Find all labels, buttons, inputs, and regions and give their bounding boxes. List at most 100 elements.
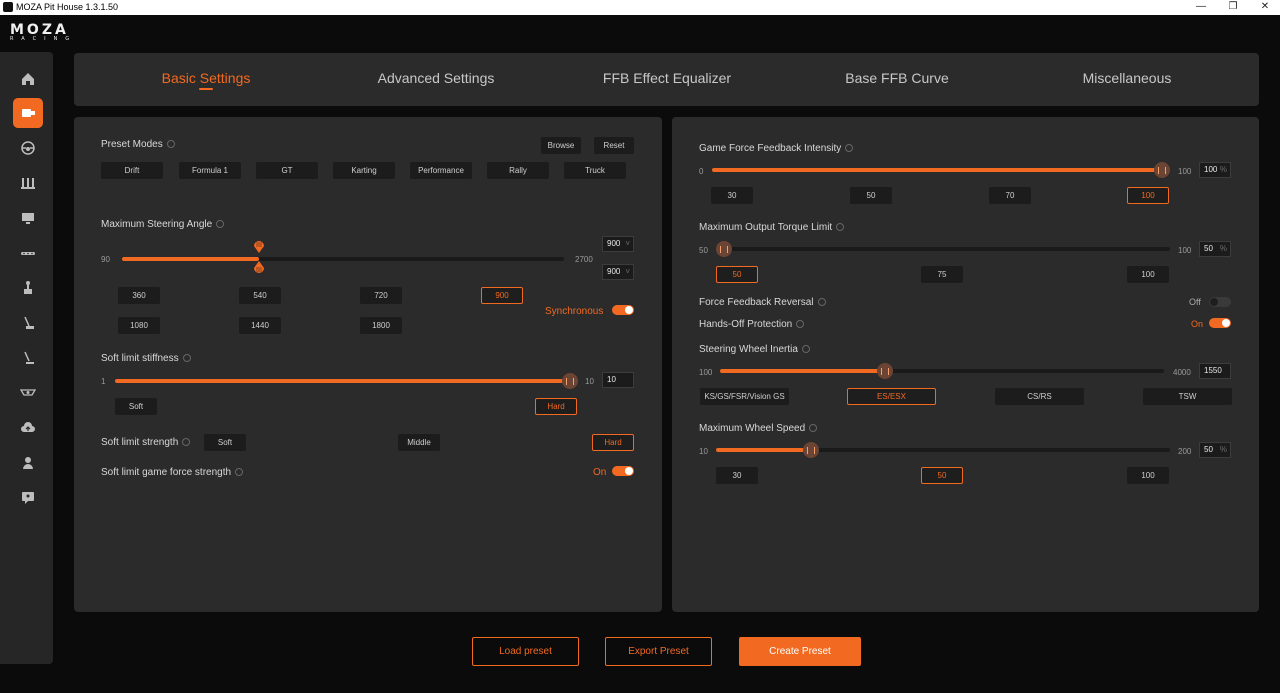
ffb-70-button[interactable]: 70 bbox=[989, 187, 1031, 204]
tab-advanced-settings[interactable]: Advanced Settings bbox=[378, 70, 495, 86]
basic-settings-left-panel: Preset Modes Browse Reset Drift Formula … bbox=[74, 117, 662, 612]
preset-drift-button[interactable]: Drift bbox=[101, 162, 163, 179]
preset-rally-button[interactable]: Rally bbox=[487, 162, 549, 179]
preset-karting-button[interactable]: Karting bbox=[333, 162, 395, 179]
hands-off-toggle[interactable] bbox=[1209, 318, 1231, 328]
handbrake-icon[interactable] bbox=[13, 238, 43, 268]
speed-30-button[interactable]: 30 bbox=[716, 467, 758, 484]
strength-soft-button[interactable]: Soft bbox=[204, 434, 246, 451]
inertia-value[interactable]: 1550 bbox=[1199, 363, 1231, 379]
inertia-es-esx-button[interactable]: ES/ESX bbox=[847, 388, 936, 405]
minimize-button[interactable]: — bbox=[1186, 0, 1216, 15]
ffb-50-button[interactable]: 50 bbox=[850, 187, 892, 204]
shifter-icon[interactable] bbox=[13, 273, 43, 303]
preset-gt-button[interactable]: GT bbox=[256, 162, 318, 179]
info-icon[interactable] bbox=[235, 468, 244, 476]
info-icon[interactable] bbox=[182, 438, 191, 446]
wheel-speed-value[interactable]: 50% bbox=[1199, 442, 1231, 458]
restore-button[interactable]: ❐ bbox=[1218, 0, 1248, 15]
inertia-knob[interactable] bbox=[877, 363, 894, 379]
ffb-intensity-slider[interactable] bbox=[712, 162, 1170, 178]
speed-100-button[interactable]: 100 bbox=[1127, 467, 1169, 484]
torque-limit-knob[interactable] bbox=[716, 241, 732, 257]
torque-limit-slider[interactable] bbox=[716, 241, 1170, 257]
ffb-100-button[interactable]: 100 bbox=[1127, 187, 1169, 204]
ffb-intensity-value[interactable]: 100% bbox=[1199, 162, 1231, 178]
synchronous-toggle[interactable] bbox=[612, 305, 634, 315]
steering-angle-handle-bottom[interactable] bbox=[253, 261, 265, 276]
angle-900-button[interactable]: 900 bbox=[481, 287, 523, 304]
stiffness-max: 10 bbox=[585, 377, 594, 386]
info-icon[interactable] bbox=[845, 144, 854, 152]
angle-720-button[interactable]: 720 bbox=[360, 287, 402, 304]
pedals-icon[interactable] bbox=[13, 168, 43, 198]
angle-1440-button[interactable]: 1440 bbox=[239, 317, 281, 334]
stiffness-value[interactable]: 10 bbox=[602, 372, 634, 388]
torque-50-button[interactable]: 50 bbox=[716, 266, 758, 283]
tab-base-ffb-curve[interactable]: Base FFB Curve bbox=[845, 70, 948, 86]
user-icon[interactable] bbox=[13, 448, 43, 478]
tab-bar: Basic Settings Advanced Settings FFB Eff… bbox=[74, 53, 1259, 106]
info-icon[interactable] bbox=[182, 354, 191, 362]
inertia-tsw-button[interactable]: TSW bbox=[1143, 388, 1232, 405]
load-preset-button[interactable]: Load preset bbox=[472, 637, 579, 666]
tab-miscellaneous[interactable]: Miscellaneous bbox=[1083, 70, 1172, 86]
inertia-ks-gs-button[interactable]: KS/GS/FSR/Vision GS bbox=[700, 388, 789, 405]
info-icon[interactable] bbox=[836, 223, 845, 231]
torque-75-button[interactable]: 75 bbox=[921, 266, 963, 283]
reset-button[interactable]: Reset bbox=[594, 137, 634, 154]
wheel-speed-knob[interactable] bbox=[803, 442, 820, 458]
steering-angle-value-bottom[interactable]: 900 ˅ bbox=[602, 264, 634, 280]
hub-icon[interactable] bbox=[13, 378, 43, 408]
steering-angle-handle-top[interactable] bbox=[253, 238, 265, 253]
home-icon[interactable] bbox=[13, 64, 43, 94]
stiffness-soft-button[interactable]: Soft bbox=[115, 398, 157, 415]
max-steering-angle-text: Maximum Steering Angle bbox=[101, 219, 213, 230]
tab-ffb-effect-equalizer[interactable]: FFB Effect Equalizer bbox=[603, 70, 731, 86]
info-icon[interactable] bbox=[166, 140, 175, 148]
ffb-reversal-text: Force Feedback Reversal bbox=[699, 297, 814, 308]
steering-angle-value-top[interactable]: 900 ˅ bbox=[602, 236, 634, 252]
wheelbase-icon[interactable] bbox=[13, 98, 43, 128]
close-button[interactable]: ✕ bbox=[1250, 0, 1280, 15]
info-icon[interactable] bbox=[801, 345, 810, 353]
wheel-speed-slider[interactable] bbox=[716, 442, 1170, 458]
dashboard-icon[interactable] bbox=[13, 203, 43, 233]
inertia-cs-rs-button[interactable]: CS/RS bbox=[995, 388, 1084, 405]
stiffness-knob[interactable] bbox=[562, 373, 578, 389]
torque-limit-value[interactable]: 50% bbox=[1199, 241, 1231, 257]
torque-100-button[interactable]: 100 bbox=[1127, 266, 1169, 283]
create-preset-button[interactable]: Create Preset bbox=[739, 637, 861, 666]
info-icon[interactable] bbox=[796, 320, 805, 328]
tab-basic-settings[interactable]: Basic Settings bbox=[162, 70, 251, 86]
export-preset-button[interactable]: Export Preset bbox=[605, 637, 712, 666]
info-icon[interactable] bbox=[216, 220, 225, 228]
soft-limit-game-force-toggle[interactable] bbox=[612, 466, 634, 476]
sequential-icon[interactable] bbox=[13, 308, 43, 338]
angle-360-button[interactable]: 360 bbox=[118, 287, 160, 304]
info-icon[interactable] bbox=[809, 424, 818, 432]
angle-1080-button[interactable]: 1080 bbox=[118, 317, 160, 334]
strength-middle-button[interactable]: Middle bbox=[398, 434, 440, 451]
hands-off-text: Hands-Off Protection bbox=[699, 319, 793, 330]
preset-formula1-button[interactable]: Formula 1 bbox=[179, 162, 241, 179]
ffb-reversal-toggle[interactable] bbox=[1209, 297, 1231, 307]
stiffness-hard-button[interactable]: Hard bbox=[535, 398, 577, 415]
steering-wheel-icon[interactable] bbox=[13, 133, 43, 163]
browse-button[interactable]: Browse bbox=[541, 137, 581, 154]
speed-50-button[interactable]: 50 bbox=[921, 467, 963, 484]
preset-truck-button[interactable]: Truck bbox=[564, 162, 626, 179]
steering-angle-slider[interactable] bbox=[122, 241, 564, 273]
stiffness-slider[interactable] bbox=[115, 373, 578, 389]
inertia-slider[interactable] bbox=[720, 363, 1164, 379]
strength-hard-button[interactable]: Hard bbox=[592, 434, 634, 451]
info-icon[interactable] bbox=[817, 298, 826, 306]
support-icon[interactable] bbox=[13, 483, 43, 513]
angle-1800-button[interactable]: 1800 bbox=[360, 317, 402, 334]
angle-540-button[interactable]: 540 bbox=[239, 287, 281, 304]
h-pattern-icon[interactable] bbox=[13, 343, 43, 373]
ffb-30-button[interactable]: 30 bbox=[711, 187, 753, 204]
preset-performance-button[interactable]: Performance bbox=[410, 162, 472, 179]
ffb-intensity-knob[interactable] bbox=[1154, 162, 1170, 178]
cloud-upload-icon[interactable] bbox=[13, 413, 43, 443]
